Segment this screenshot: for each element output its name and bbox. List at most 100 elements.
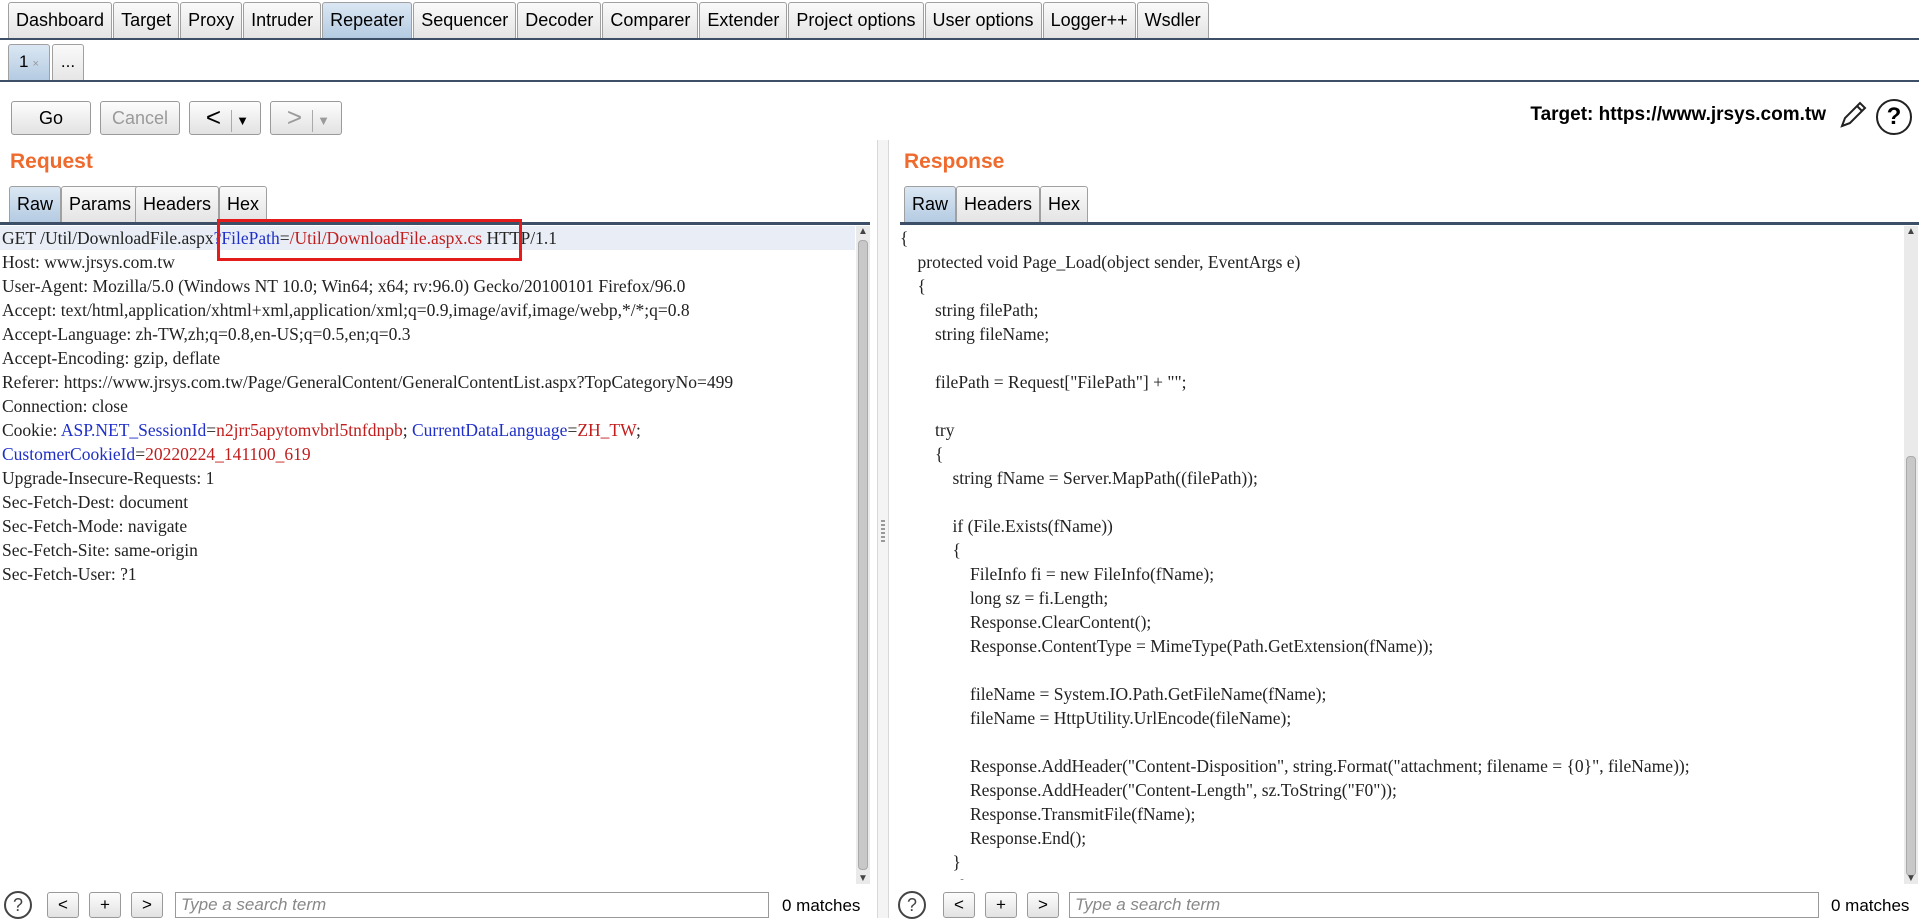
response-scrollbar[interactable]: ▲ ▼ — [1904, 226, 1918, 884]
response-line: { — [900, 444, 944, 464]
response-editor[interactable]: { protected void Page_Load(object sender… — [898, 226, 1898, 880]
request-line: Sec-Fetch-User: ?1 — [0, 562, 855, 586]
response-line: protected void Page_Load(object sender, … — [900, 252, 1301, 272]
scroll-thumb[interactable] — [858, 240, 868, 870]
scroll-down-icon[interactable]: ▼ — [1905, 873, 1917, 884]
response-line: try — [900, 420, 955, 440]
request-text: Sec-Fetch-Dest: document — [2, 492, 189, 512]
chevron-down-icon[interactable]: ▼ — [313, 105, 335, 137]
request-line: Sec-Fetch-Site: same-origin — [0, 538, 855, 562]
back-button[interactable]: < ▼ — [189, 101, 261, 135]
request-text: = — [567, 420, 578, 440]
main-tab-wsdler[interactable]: Wsdler — [1136, 2, 1209, 38]
main-tab-proxy[interactable]: Proxy — [180, 2, 243, 38]
request-search-input[interactable]: Type a search term — [175, 892, 769, 918]
search-add-button[interactable]: + — [89, 892, 121, 918]
grip-icon — [881, 520, 885, 542]
split-divider[interactable] — [877, 140, 889, 918]
response-line: Response.ContentType = MimeType(Path.Get… — [900, 636, 1434, 656]
scroll-down-icon[interactable]: ▼ — [857, 873, 869, 884]
main-tab-project-options[interactable]: Project options — [788, 2, 924, 38]
main-tab-intruder[interactable]: Intruder — [243, 2, 322, 38]
search-prev-button[interactable]: < — [47, 892, 79, 918]
request-scrollbar[interactable]: ▲ ▼ — [856, 226, 870, 884]
request-line: Accept: text/html,application/xhtml+xml,… — [0, 298, 855, 322]
response-line — [898, 346, 1898, 370]
response-line — [898, 730, 1898, 754]
response-line: fileName = HttpUtility.UrlEncode(fileNam… — [900, 708, 1292, 728]
response-line: Response.TransmitFile(fName); — [900, 804, 1196, 824]
response-title: Response — [904, 150, 1005, 173]
cancel-button[interactable]: Cancel — [100, 101, 180, 135]
request-line: Cookie: ASP.NET_SessionId=n2jrr5apytomvb… — [0, 418, 855, 442]
main-tab-user-options[interactable]: User options — [924, 2, 1042, 38]
response-line: Response.AddHeader("Content-Disposition"… — [900, 756, 1690, 776]
main-tabs: Dashboard Target Proxy Intruder Repeater Sequ… — [0, 0, 1919, 38]
request-editor[interactable]: GET /Util/DownloadFile.aspx?FilePath=/Ut… — [0, 226, 855, 880]
response-line: fileName = System.IO.Path.GetFileName(fN… — [900, 684, 1327, 704]
response-tab-raw[interactable]: Raw — [904, 186, 957, 222]
request-text: Sec-Fetch-User: ?1 — [2, 564, 137, 584]
response-line: { — [900, 228, 909, 248]
main-tab-logger-[interactable]: Logger++ — [1042, 2, 1136, 38]
main-tab-sequencer[interactable]: Sequencer — [413, 2, 517, 38]
help-icon[interactable]: ? — [898, 891, 926, 919]
go-button[interactable]: Go — [11, 101, 91, 135]
response-tab-hex[interactable]: Hex — [1040, 186, 1089, 222]
param-value: n2jrr5apytomvbrl5tnfdnpb — [216, 420, 403, 440]
main-tab-dashboard[interactable]: Dashboard — [8, 2, 113, 38]
response-line: Response.AddHeader("Content-Length", sz.… — [900, 780, 1397, 800]
chevron-down-icon[interactable]: ▼ — [232, 105, 254, 137]
help-icon[interactable]: ? — [1876, 99, 1912, 135]
scroll-thumb[interactable] — [1906, 456, 1916, 876]
response-line: { — [900, 540, 961, 560]
request-text: Sec-Fetch-Site: same-origin — [2, 540, 198, 560]
chevron-left-icon: < — [205, 102, 222, 132]
response-line: string fileName; — [900, 324, 1050, 344]
search-prev-button[interactable]: < — [943, 892, 975, 918]
main-tab-decoder[interactable]: Decoder — [517, 2, 602, 38]
response-search-input[interactable]: Type a search term — [1069, 892, 1819, 918]
new-tab-button[interactable]: ... — [52, 44, 84, 80]
response-line: if (File.Exists(fName)) — [900, 516, 1113, 536]
request-text: Host: www.jrsys.com.tw — [2, 252, 175, 272]
target-label: Target: https://www.jrsys.com.tw — [1530, 104, 1826, 125]
response-line: else — [898, 874, 1898, 880]
request-text: Referer: https://www.jrsys.com.tw/Page/G… — [2, 372, 734, 392]
request-tab-raw[interactable]: Raw — [9, 186, 62, 222]
response-line: string filePath; — [900, 300, 1039, 320]
pencil-icon[interactable] — [1836, 98, 1870, 132]
param-value: ZH_TW — [577, 420, 636, 440]
main-tab-comparer[interactable]: Comparer — [602, 2, 699, 38]
close-icon[interactable]: × — [33, 58, 39, 70]
request-line: CustomerCookieId=20220224_141100_619 — [0, 442, 855, 466]
request-line: Connection: close — [0, 394, 855, 418]
request-tab-hex[interactable]: Hex — [219, 186, 268, 222]
scroll-up-icon[interactable]: ▲ — [1905, 226, 1917, 237]
request-text: Upgrade-Insecure-Requests: 1 — [2, 468, 215, 488]
main-tab-extender[interactable]: Extender — [699, 2, 788, 38]
forward-button[interactable]: > ▼ — [270, 101, 342, 135]
response-line: FileInfo fi = new FileInfo(fName); — [900, 564, 1215, 584]
request-tab-headers[interactable]: Headers — [135, 186, 220, 222]
request-title: Request — [10, 150, 93, 173]
request-text: User-Agent: Mozilla/5.0 (Windows NT 10.0… — [2, 276, 686, 296]
main-tab-bar: Dashboard Target Proxy Intruder Repeater Sequ… — [0, 0, 1919, 40]
repeater-tab-label: 1 — [19, 52, 29, 71]
help-icon[interactable]: ? — [4, 891, 32, 919]
search-next-button[interactable]: > — [1027, 892, 1059, 918]
scroll-up-icon[interactable]: ▲ — [857, 226, 869, 237]
main-tab-repeater[interactable]: Repeater — [322, 2, 413, 38]
search-next-button[interactable]: > — [131, 892, 163, 918]
request-text: = — [206, 420, 217, 440]
request-text: Sec-Fetch-Mode: navigate — [2, 516, 188, 536]
request-matches: 0 matches — [782, 896, 861, 915]
request-tab-params[interactable]: Params — [61, 186, 140, 222]
request-line: Accept-Language: zh-TW,zh;q=0.8,en-US;q=… — [0, 322, 855, 346]
request-line: Sec-Fetch-Dest: document — [0, 490, 855, 514]
main-tab-target[interactable]: Target — [113, 2, 180, 38]
repeater-tab-1[interactable]: 1 × — [8, 44, 50, 80]
response-tab-headers[interactable]: Headers — [956, 186, 1041, 222]
search-add-button[interactable]: + — [985, 892, 1017, 918]
response-line: Response.End(); — [900, 828, 1087, 848]
